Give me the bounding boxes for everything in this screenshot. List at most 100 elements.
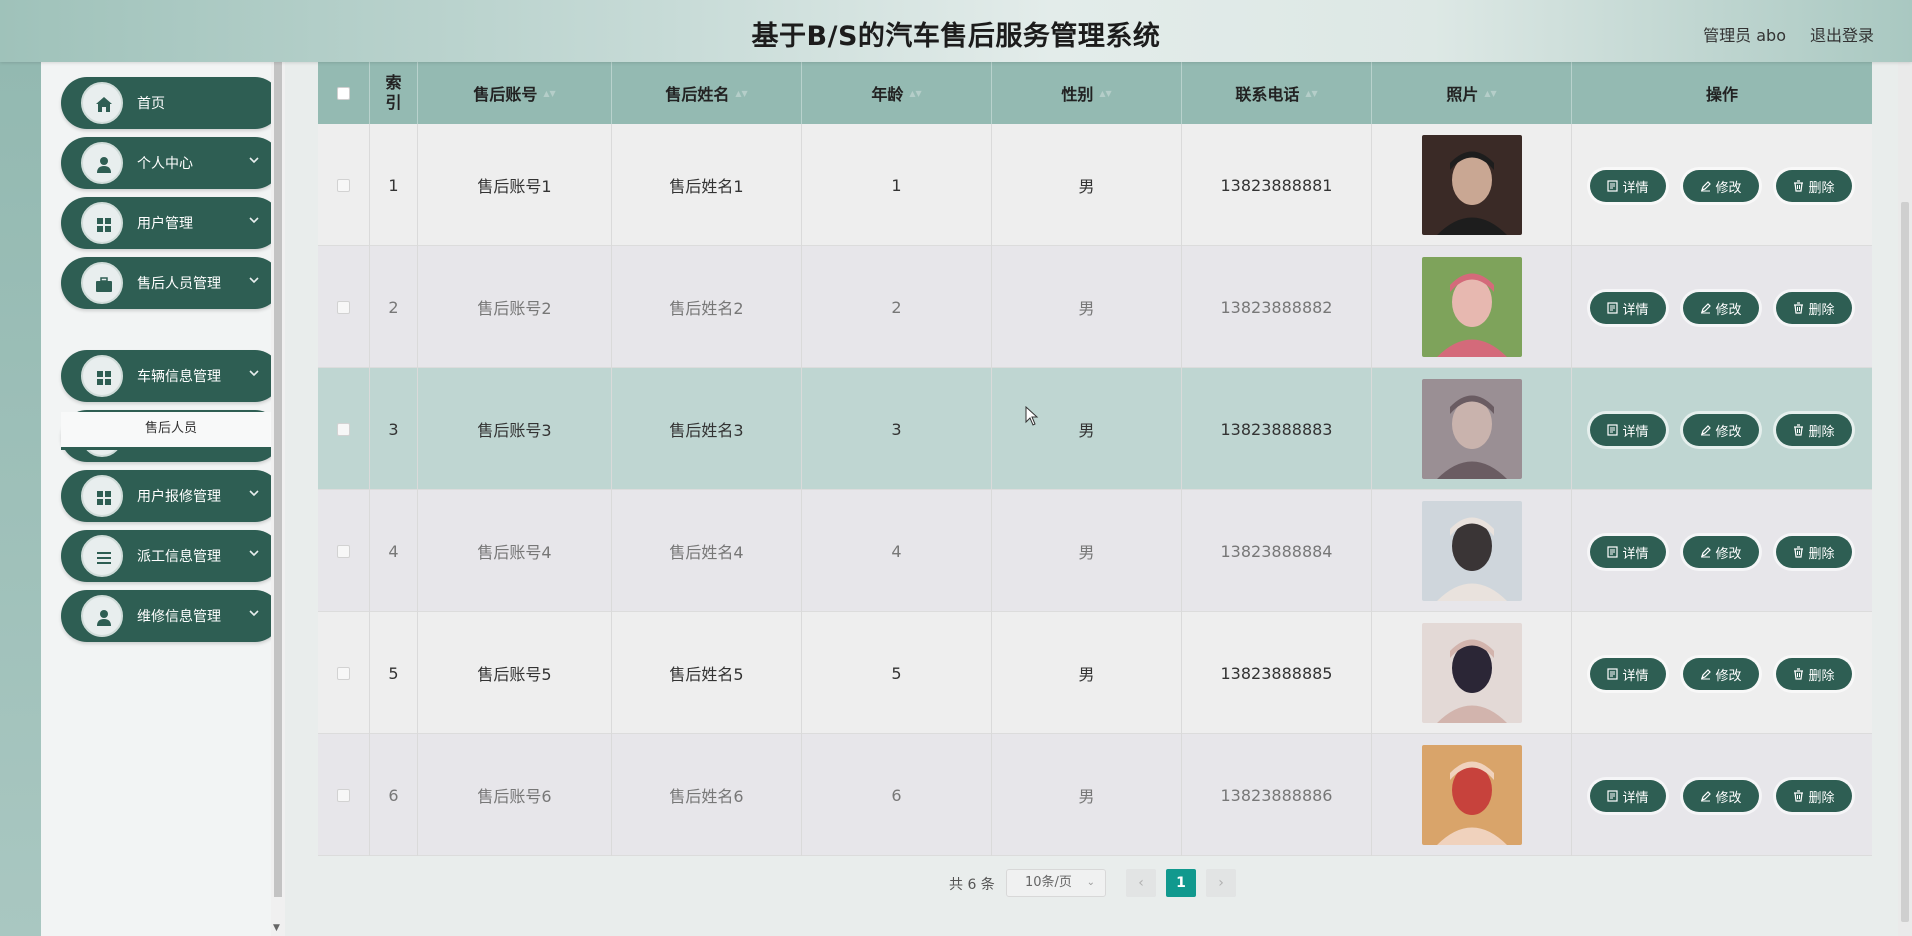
table-row[interactable]: 5 售后账号5 售后姓名5 5 男 13823888885 详情 修改 删除 — [318, 612, 1872, 734]
document-icon — [1607, 668, 1619, 680]
staff-photo[interactable] — [1421, 501, 1522, 601]
phone-cell: 13823888881 — [1182, 124, 1372, 246]
staff-photo[interactable] — [1421, 623, 1522, 723]
sidebar-item-5[interactable]: 车辆信息管理 — [61, 350, 281, 402]
delete-button[interactable]: 删除 — [1776, 780, 1852, 812]
header-phone[interactable]: 联系电话 ▲▼ — [1182, 62, 1372, 124]
delete-button[interactable]: 删除 — [1776, 414, 1852, 446]
sidebar-subitem-after-sales-staff[interactable]: 售后人员 — [61, 412, 281, 450]
sidebar-item-2[interactable]: 个人中心 — [61, 137, 281, 189]
row-select-cell[interactable] — [318, 490, 370, 612]
page-number-current[interactable]: 1 — [1166, 869, 1196, 897]
left-decor-strip — [0, 62, 41, 936]
action-cell: 详情 修改 删除 — [1572, 490, 1872, 612]
logout-link[interactable]: 退出登录 — [1810, 22, 1874, 46]
grid-icon — [81, 355, 123, 397]
header-photo[interactable]: 照片 ▲▼ — [1372, 62, 1572, 124]
header-select-all[interactable] — [318, 62, 370, 124]
detail-button[interactable]: 详情 — [1590, 780, 1666, 812]
pagination-total: 共 6 条 — [949, 877, 995, 893]
action-cell: 详情 修改 删除 — [1572, 368, 1872, 490]
row-checkbox[interactable] — [337, 178, 350, 192]
header-account[interactable]: 售后账号 ▲▼ — [418, 62, 612, 124]
age-cell: 4 — [802, 490, 992, 612]
gender-cell: 男 — [992, 490, 1182, 612]
sidebar-item-8[interactable]: 派工信息管理 — [61, 530, 281, 582]
detail-button[interactable]: 详情 — [1590, 292, 1666, 324]
delete-button[interactable]: 删除 — [1776, 658, 1852, 690]
account-cell: 售后账号4 — [418, 490, 612, 612]
trash-icon — [1794, 180, 1804, 192]
sidebar-item-4[interactable]: 售后人员管理 — [61, 257, 281, 309]
detail-button[interactable]: 详情 — [1590, 536, 1666, 568]
header-gender[interactable]: 性别 ▲▼ — [992, 62, 1182, 124]
main-scrollbar-thumb[interactable] — [1901, 202, 1909, 922]
account-cell: 售后账号2 — [418, 246, 612, 368]
select-all-checkbox[interactable] — [337, 86, 350, 100]
detail-button[interactable]: 详情 — [1590, 658, 1666, 690]
row-checkbox[interactable] — [337, 544, 350, 558]
edit-button[interactable]: 修改 — [1683, 414, 1759, 446]
sidebar-scrollbar[interactable]: ▼ — [271, 62, 285, 936]
sidebar-item-3[interactable]: 用户管理 — [61, 197, 281, 249]
sort-icon[interactable]: ▲▼ — [1305, 89, 1317, 98]
page-size-select[interactable]: 10条/页 ⌄ — [1006, 869, 1106, 897]
delete-button[interactable]: 删除 — [1776, 170, 1852, 202]
table-row[interactable]: 4 售后账号4 售后姓名4 4 男 13823888884 详情 修改 删除 — [318, 490, 1872, 612]
sort-icon[interactable]: ▲▼ — [1099, 89, 1111, 98]
main-scrollbar[interactable] — [1898, 62, 1912, 936]
phone-cell: 13823888883 — [1182, 368, 1372, 490]
edit-button[interactable]: 修改 — [1683, 170, 1759, 202]
trash-icon — [1794, 668, 1804, 680]
table-row[interactable]: 1 售后账号1 售后姓名1 1 男 13823888881 详情 修改 删除 — [318, 124, 1872, 246]
sidebar-item-7[interactable]: 用户报修管理 — [61, 470, 281, 522]
sidebar-item-1[interactable]: 首页 — [61, 77, 281, 129]
delete-button[interactable]: 删除 — [1776, 536, 1852, 568]
sort-icon[interactable]: ▲▼ — [735, 89, 747, 98]
document-icon — [1607, 546, 1619, 558]
staff-photo[interactable] — [1421, 135, 1522, 235]
age-cell: 3 — [802, 368, 992, 490]
row-select-cell[interactable] — [318, 612, 370, 734]
row-checkbox[interactable] — [337, 422, 350, 436]
staff-photo[interactable] — [1421, 379, 1522, 479]
table-row[interactable]: 6 售后账号6 售后姓名6 6 男 13823888886 详情 修改 删除 — [318, 734, 1872, 856]
row-checkbox[interactable] — [337, 300, 350, 314]
staff-photo[interactable] — [1421, 745, 1522, 845]
header-name[interactable]: 售后姓名 ▲▼ — [612, 62, 802, 124]
detail-button[interactable]: 详情 — [1590, 414, 1666, 446]
sidebar-item-9[interactable]: 维修信息管理 — [61, 590, 281, 642]
edit-pencil-icon — [1701, 669, 1712, 680]
header-age[interactable]: 年龄 ▲▼ — [802, 62, 992, 124]
chevron-down-icon — [249, 277, 259, 284]
edit-button[interactable]: 修改 — [1683, 780, 1759, 812]
prev-page-button[interactable]: ‹ — [1126, 869, 1156, 897]
table-row[interactable]: 3 售后账号3 售后姓名3 3 男 13823888883 详情 修改 删除 — [318, 368, 1872, 490]
scroll-down-arrow-icon[interactable]: ▼ — [273, 923, 280, 933]
edit-button[interactable]: 修改 — [1683, 658, 1759, 690]
sidebar-scrollbar-thumb[interactable] — [274, 62, 282, 897]
row-checkbox[interactable] — [337, 788, 350, 802]
row-select-cell[interactable] — [318, 246, 370, 368]
row-select-cell[interactable] — [318, 368, 370, 490]
sort-icon[interactable]: ▲▼ — [1484, 89, 1496, 98]
index-cell: 4 — [370, 490, 418, 612]
sidebar-item-label: 用户报修管理 — [137, 489, 221, 505]
row-select-cell[interactable] — [318, 124, 370, 246]
sidebar-item-label: 售后人员管理 — [137, 276, 221, 292]
chevron-down-icon — [249, 370, 259, 377]
photo-cell — [1372, 124, 1572, 246]
sort-icon[interactable]: ▲▼ — [909, 89, 921, 98]
edit-button[interactable]: 修改 — [1683, 536, 1759, 568]
edit-button[interactable]: 修改 — [1683, 292, 1759, 324]
table-row[interactable]: 2 售后账号2 售后姓名2 2 男 13823888882 详情 修改 删除 — [318, 246, 1872, 368]
photo-cell — [1372, 490, 1572, 612]
staff-photo[interactable] — [1421, 257, 1522, 357]
detail-button[interactable]: 详情 — [1590, 170, 1666, 202]
delete-button[interactable]: 删除 — [1776, 292, 1852, 324]
sort-icon[interactable]: ▲▼ — [543, 89, 555, 98]
row-select-cell[interactable] — [318, 734, 370, 856]
delete-button-label: 删除 — [1808, 546, 1835, 562]
next-page-button[interactable]: › — [1206, 869, 1236, 897]
row-checkbox[interactable] — [337, 666, 350, 680]
